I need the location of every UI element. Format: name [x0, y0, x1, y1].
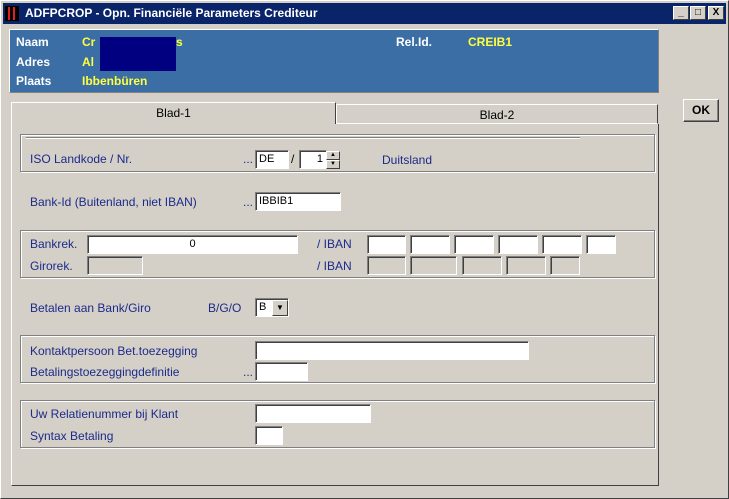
syntax-label: Syntax Betaling	[30, 429, 114, 443]
girorek-label: Girorek.	[30, 259, 73, 273]
adres-value: Al	[82, 55, 94, 69]
minimize-button[interactable]: _	[673, 6, 689, 20]
naam-value-end: s	[176, 35, 183, 49]
maximize-button[interactable]: □	[690, 6, 706, 20]
bank-iban-field-1[interactable]	[367, 235, 406, 254]
bankrek-input[interactable]: 0	[87, 235, 298, 254]
naam-value-start: Cr	[82, 35, 96, 49]
country-name: Duitsland	[382, 153, 433, 167]
close-button[interactable]: X	[708, 6, 724, 20]
app-icon	[5, 6, 19, 21]
relid-label: Rel.Id.	[396, 35, 433, 49]
giro-iban-field-1	[367, 256, 406, 275]
naam-label: Naam	[16, 35, 49, 49]
title-bar[interactable]: ADFPCROP - Opn. Financiële Parameters Cr…	[3, 3, 726, 24]
tab-blad-2[interactable]: Blad-2	[336, 104, 658, 124]
iso-number-stepper[interactable]: ▲ ▼	[326, 151, 340, 169]
iso-dots: ...	[243, 152, 254, 166]
bgo-label: B/G/O	[208, 301, 242, 315]
creditor-header: Naam Cr s Adres Al Plaats Ibbenbüren Rel…	[9, 29, 659, 93]
betalen-label: Betalen aan Bank/Giro	[30, 301, 151, 315]
giro-iban-field-5	[550, 256, 580, 275]
relid-value: CREIB1	[468, 35, 513, 49]
iso-label: ISO Landkode / Nr.	[30, 152, 133, 166]
girorek-input	[87, 256, 143, 275]
bankid-label: Bank-Id (Buitenland, niet IBAN)	[30, 195, 197, 209]
betdef-input[interactable]	[255, 362, 308, 381]
bankid-input[interactable]: IBBIB1	[255, 192, 341, 211]
kontakt-label: Kontaktpersoon Bet.toezegging	[30, 344, 198, 358]
giro-iban-field-2	[410, 256, 457, 275]
adres-label: Adres	[16, 55, 51, 69]
bank-iban-field-3[interactable]	[454, 235, 494, 254]
iso-number-input[interactable]: 1	[299, 150, 327, 169]
tab-blad-1[interactable]: Blad-1	[11, 102, 336, 124]
iso-separator: /	[291, 152, 295, 166]
bank-iban-field-2[interactable]	[410, 235, 450, 254]
bank-iban-field-5[interactable]	[542, 235, 582, 254]
bankrek-iban-label: / IBAN	[317, 237, 352, 251]
ok-button[interactable]: OK	[683, 99, 719, 122]
redaction-block	[100, 37, 176, 71]
bank-iban-field-4[interactable]	[498, 235, 538, 254]
syntax-input[interactable]	[255, 426, 283, 445]
chevron-down-icon[interactable]: ▼	[272, 300, 288, 316]
relnr-input[interactable]	[255, 404, 371, 423]
kontakt-input[interactable]	[255, 341, 529, 360]
giro-iban-field-3	[462, 256, 502, 275]
spin-down-icon[interactable]: ▼	[326, 160, 340, 169]
bank-iban-field-6[interactable]	[586, 235, 616, 254]
app-window: ADFPCROP - Opn. Financiële Parameters Cr…	[0, 0, 729, 499]
plaats-value: Ibbenbüren	[82, 74, 148, 88]
spin-up-icon[interactable]: ▲	[326, 151, 340, 160]
betdef-dots: ...	[243, 365, 254, 379]
window-title: ADFPCROP - Opn. Financiële Parameters Cr…	[25, 6, 318, 20]
relnr-label: Uw Relatienummer bij Klant	[30, 407, 179, 421]
progress-divider	[26, 137, 580, 139]
plaats-label: Plaats	[16, 74, 52, 88]
bankrek-label: Bankrek.	[30, 237, 78, 251]
betdef-label: Betalingstoezeggingdefinitie	[30, 365, 180, 379]
giro-iban-field-4	[506, 256, 546, 275]
tab-strip: Blad-1 Blad-2	[11, 102, 659, 124]
girorek-iban-label: / IBAN	[317, 259, 352, 273]
iso-country-input[interactable]: DE	[255, 150, 289, 169]
tab-panel-blad-1: ISO Landkode / Nr. ... DE / 1 ▲ ▼ Duitsl…	[11, 124, 659, 486]
bankid-dots: ...	[243, 195, 254, 209]
